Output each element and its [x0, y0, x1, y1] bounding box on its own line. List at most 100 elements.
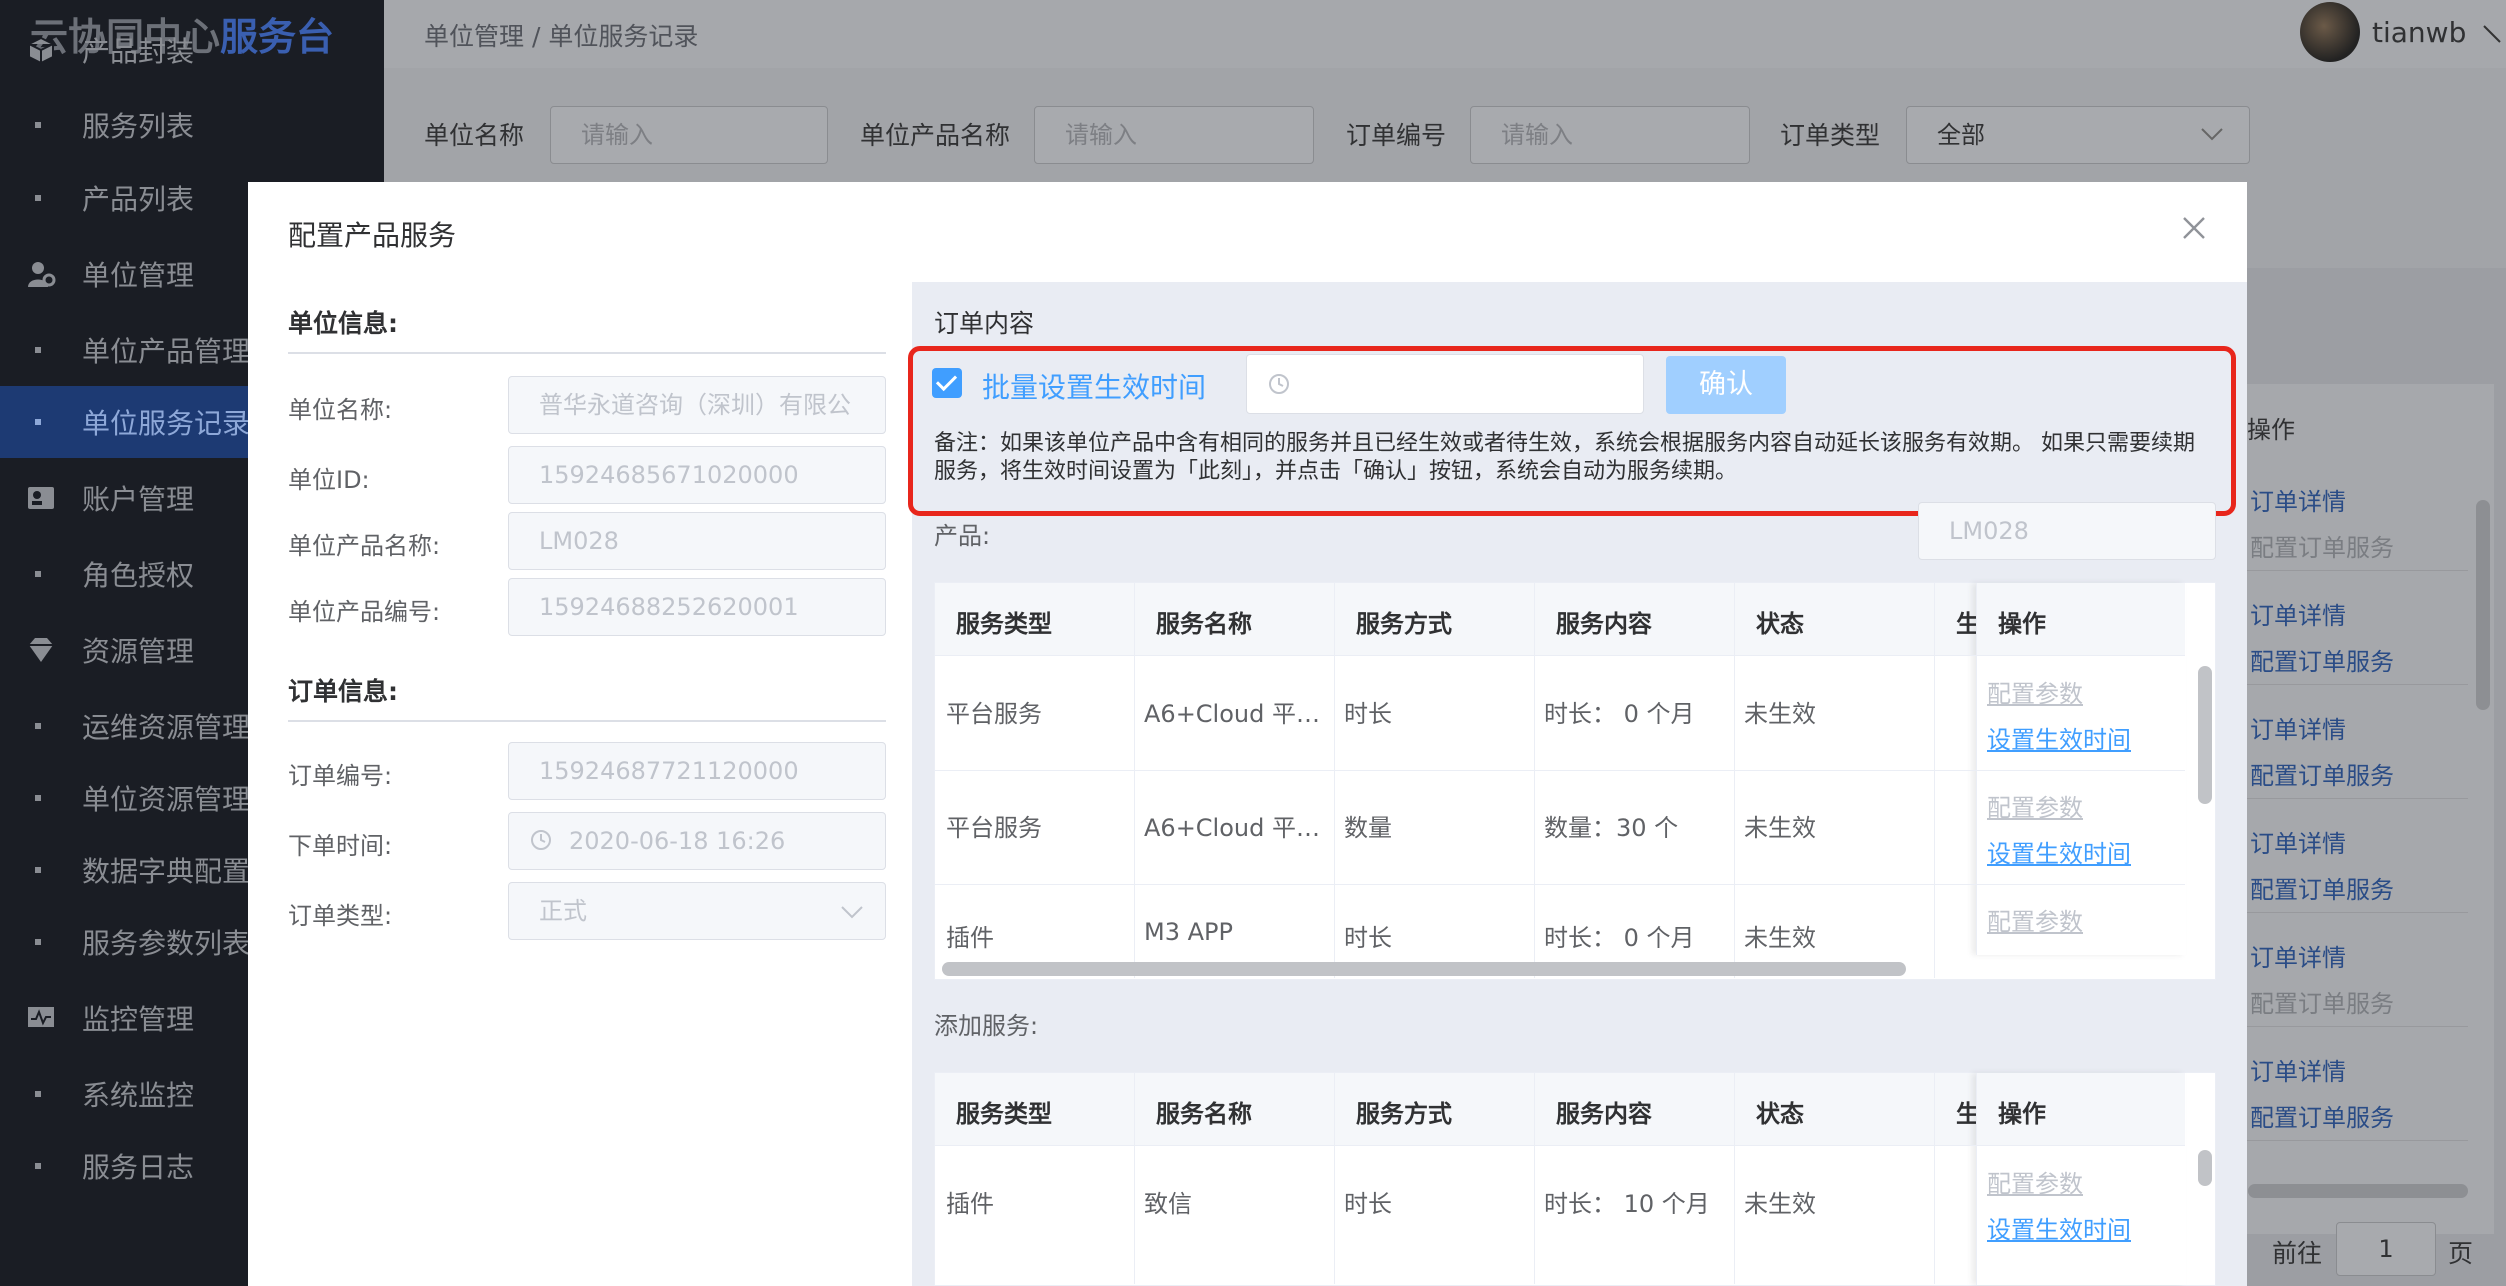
scrollbar[interactable]	[2476, 500, 2490, 710]
sidebar-item-label: 服务日志	[82, 1151, 195, 1184]
column-header: 状态	[1756, 1100, 1804, 1128]
set-effective-time-link[interactable]: 设置生效时间	[1987, 720, 2131, 755]
batch-label[interactable]: 批量设置生效时间	[982, 366, 1206, 406]
service-type: 平台服务	[946, 814, 1042, 842]
unit-product-no-field[interactable]: 15924688252620001	[508, 578, 886, 636]
order-type-select[interactable]: 全部	[1906, 106, 2250, 164]
row-divider	[2228, 684, 2468, 685]
config-order-service-link: 配置订单服务	[2250, 990, 2394, 1018]
close-icon[interactable]	[2180, 214, 2208, 242]
set-effective-time-link[interactable]: 设置生效时间	[1987, 1210, 2131, 1245]
table-scrollbar[interactable]	[2198, 666, 2212, 804]
batch-checkbox[interactable]	[932, 368, 962, 398]
service-type: 平台服务	[946, 700, 1042, 728]
config-order-service-link[interactable]: 配置订单服务	[2250, 642, 2394, 677]
sidebar-item-label: 角色授权	[82, 559, 195, 592]
table-scrollbar[interactable]	[2198, 1150, 2212, 1186]
service-name: M3 APP	[1144, 918, 1233, 946]
table-scrollbar-horizontal[interactable]	[942, 962, 1906, 976]
bullet-icon	[35, 867, 41, 873]
sidebar-item[interactable]: 产品封装	[0, 14, 384, 86]
clock-icon	[531, 830, 551, 850]
service-mode: 时长	[1344, 1190, 1392, 1218]
service-mode: 时长	[1344, 700, 1392, 728]
id-card-icon	[28, 487, 54, 509]
column-divider	[1334, 1072, 1335, 1284]
set-effective-time-link[interactable]: 设置生效时间	[1987, 834, 2131, 869]
order-time-label: 下单时间:	[288, 832, 393, 860]
page-input[interactable]: 1	[2336, 1222, 2436, 1276]
service-status: 未生效	[1744, 1190, 1816, 1218]
sidebar-item-label: 监控管理	[82, 1003, 195, 1036]
page-unit: 页	[2448, 1239, 2474, 1268]
effective-time-input[interactable]	[1246, 354, 1644, 414]
bullet-icon	[35, 1163, 41, 1169]
unit-product-input[interactable]: 请输入	[1034, 106, 1314, 164]
order-time-field[interactable]: 2020-06-18 16:26	[508, 812, 886, 870]
order-content-heading: 订单内容	[934, 309, 1035, 338]
column-header: 服务名称	[1156, 610, 1252, 638]
unit-id-field[interactable]: 15924685671020000	[508, 446, 886, 504]
unit-product-field[interactable]: LM028	[508, 512, 886, 570]
chevron-icon[interactable]	[2480, 22, 2504, 46]
config-params-link: 配置参数	[1987, 1170, 2083, 1198]
service-content: 时长： 0 个月	[1544, 700, 1695, 728]
config-params-link: 配置参数	[1987, 680, 2083, 708]
product-field[interactable]: LM028	[1918, 502, 2216, 560]
order-detail-link[interactable]: 订单详情	[2250, 710, 2346, 745]
service-type: 插件	[946, 924, 994, 952]
row-divider	[2228, 798, 2468, 799]
note-text: 备注：如果该单位产品中含有相同的服务并且已经生效或者待生效，系统会根据服务内容自…	[934, 431, 2195, 484]
order-no-field[interactable]: 15924687721120000	[508, 742, 886, 800]
order-no-field-label: 订单编号:	[288, 762, 393, 790]
sidebar-item-label: 系统监控	[82, 1079, 195, 1112]
scrollbar-horizontal[interactable]	[2248, 1184, 2468, 1198]
bullet-icon	[35, 939, 41, 945]
service-name: A6+Cloud 平…	[1144, 700, 1320, 728]
bullet-icon	[35, 347, 41, 353]
confirm-button[interactable]: 确认	[1666, 356, 1786, 414]
row-divider	[935, 655, 2185, 656]
unit-info-heading: 单位信息:	[288, 309, 398, 338]
column-header: 服务内容	[1556, 610, 1652, 638]
unit-name-field[interactable]: 普华永道咨询（深圳）有限公	[508, 376, 886, 434]
clock-icon	[1269, 374, 1289, 394]
chevron-down-icon	[2201, 128, 2223, 141]
add-service-label: 添加服务:	[934, 1012, 1039, 1040]
unit-id-label: 单位ID:	[288, 466, 370, 494]
order-detail-link[interactable]: 订单详情	[2250, 824, 2346, 859]
service-status: 未生效	[1744, 924, 1816, 952]
order-detail-link[interactable]: 订单详情	[2250, 1052, 2346, 1087]
sidebar-item[interactable]: 服务列表	[0, 89, 384, 161]
config-order-service-link[interactable]: 配置订单服务	[2250, 870, 2394, 905]
order-type-field[interactable]: 正式	[508, 882, 886, 940]
sidebar-item-label: 单位服务记录	[82, 407, 251, 440]
row-divider	[2228, 1026, 2468, 1027]
order-detail-link[interactable]: 订单详情	[2250, 596, 2346, 631]
order-detail-link[interactable]: 订单详情	[2250, 938, 2346, 973]
order-no-input[interactable]: 请输入	[1470, 106, 1750, 164]
order-info-heading: 订单信息:	[288, 677, 398, 706]
service-status: 未生效	[1744, 814, 1816, 842]
config-order-service-link[interactable]: 配置订单服务	[2250, 1098, 2394, 1133]
service-mode: 时长	[1344, 924, 1392, 952]
cube-icon	[28, 36, 54, 65]
column-header: 状态	[1756, 610, 1804, 638]
config-order-service-link[interactable]: 配置订单服务	[2250, 756, 2394, 791]
bullet-icon	[35, 795, 41, 801]
column-divider	[1934, 582, 1935, 978]
unit-name-field-label: 单位名称:	[288, 396, 393, 424]
row-divider	[935, 884, 2185, 885]
avatar[interactable]	[2300, 2, 2360, 62]
row-divider	[2228, 912, 2468, 913]
config-params-link: 配置参数	[1987, 794, 2083, 822]
sidebar-item-label: 单位产品管理	[82, 335, 251, 368]
unit-name-input[interactable]: 请输入	[550, 106, 828, 164]
order-detail-link[interactable]: 订单详情	[2250, 482, 2346, 517]
service-name: 致信	[1144, 1190, 1192, 1218]
column-header: 服务类型	[956, 610, 1052, 638]
bg-op-header: 操作	[2247, 416, 2295, 444]
config-order-service-link: 配置订单服务	[2250, 534, 2394, 562]
username[interactable]: tianwb	[2372, 16, 2466, 49]
column-header: 服务名称	[1156, 1100, 1252, 1128]
